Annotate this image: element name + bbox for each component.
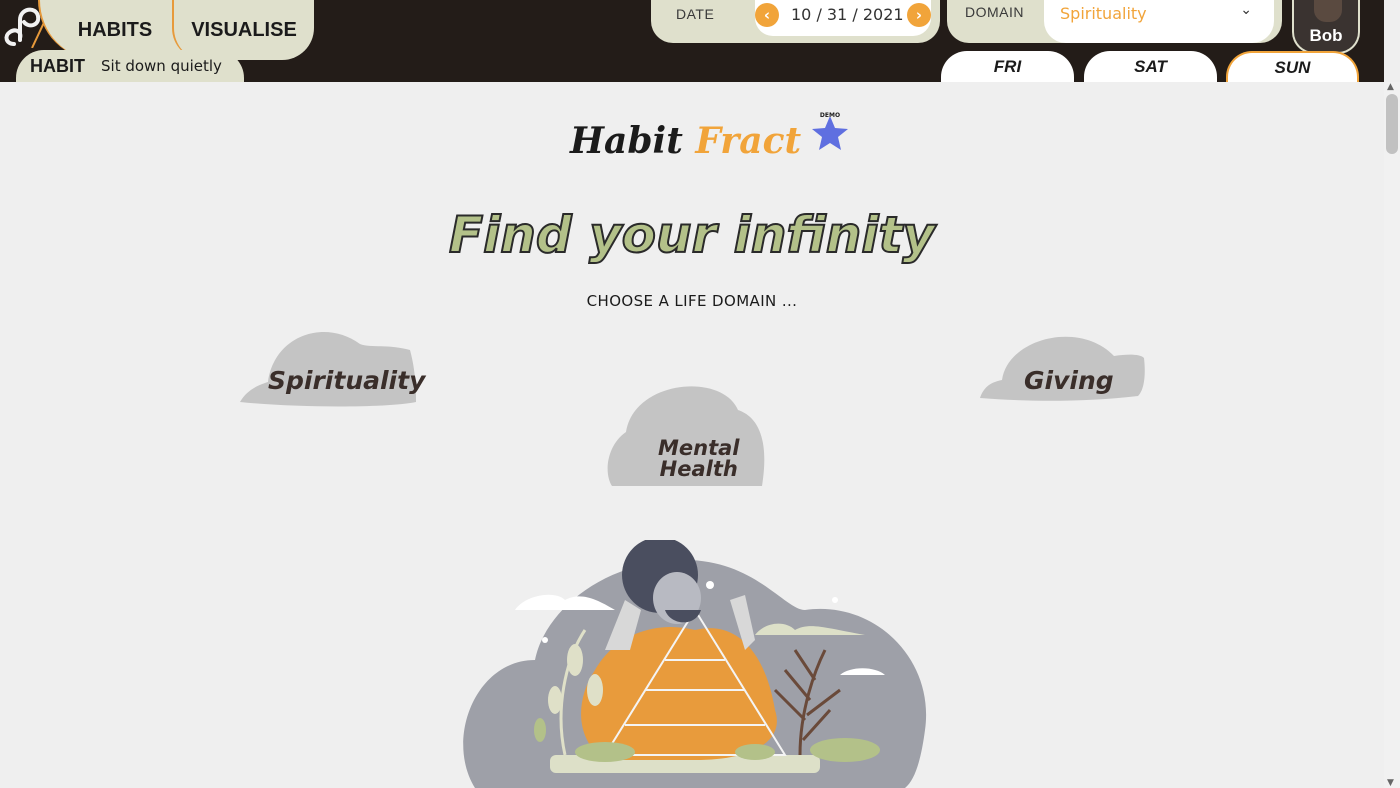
date-label: DATE [676,6,715,22]
domain-label-giving: Giving [1024,366,1114,395]
brand-part1: Habit [570,120,683,162]
chevron-right-icon[interactable]: › [907,3,931,27]
day-tab-sat[interactable]: SAT [1084,51,1217,82]
domain-selected-value: Spirituality [1060,4,1147,23]
date-field[interactable]: ‹ 10 / 31 / 2021 › [755,0,931,36]
chevron-left-icon[interactable]: ‹ [755,3,779,27]
habit-value: Sit down quietly [101,57,222,75]
domain-cloud-giving[interactable]: Giving [978,330,1148,402]
scroll-up-icon[interactable]: ▲ [1387,82,1394,92]
brand-logo: Habit Fract [570,120,801,162]
domain-selector: DOMAIN Spirituality ⌄ [947,0,1282,43]
date-value: 10 / 31 / 2021 [791,5,904,24]
domain-cloud-spirituality[interactable]: Spirituality [238,322,428,410]
demo-star-icon: DEMO [812,112,848,150]
domain-label-mental-line2: Health [659,457,738,481]
avatar [1314,0,1342,22]
domain-label-mental-health: Mental Health [658,438,740,480]
top-bar: HABITS VISUALISE HABIT Sit down quietly … [0,0,1384,82]
tab-visualise-label: VISUALISE [191,18,297,41]
domain-label-spirituality: Spirituality [268,366,426,395]
domain-cloud-mental-health[interactable]: Mental Health [604,386,768,488]
hero-title: Find your infinity [448,205,936,265]
scroll-down-icon[interactable]: ▼ [1387,778,1394,788]
current-habit[interactable]: HABIT Sit down quietly [16,50,244,82]
user-name: Bob [1309,26,1343,45]
scroll-thumb[interactable] [1386,94,1398,154]
day-tab-label: SAT [1134,56,1167,76]
chevron-down-icon[interactable]: ⌄ [1240,2,1252,18]
day-tab-label: SUN [1274,57,1311,77]
day-tab-label: FRI [993,56,1022,76]
day-tab-fri[interactable]: FRI [941,51,1074,82]
meditation-illustration [463,540,927,788]
domain-label: DOMAIN [965,4,1024,20]
user-menu[interactable]: Bob [1292,0,1360,54]
date-picker: DATE ‹ 10 / 31 / 2021 › [651,0,940,43]
demo-badge: DEMO [820,112,840,119]
hero-subtitle: CHOOSE A LIFE DOMAIN ... [586,292,798,310]
domain-select[interactable]: Spirituality ⌄ [1044,0,1274,43]
scrollbar[interactable]: ▲ ▼ [1384,82,1400,788]
day-tab-sun[interactable]: SUN [1226,51,1359,82]
habit-label: HABIT [30,55,85,76]
brand-part2: Fract [695,120,802,162]
tab-habits-label: HABITS [77,18,153,41]
